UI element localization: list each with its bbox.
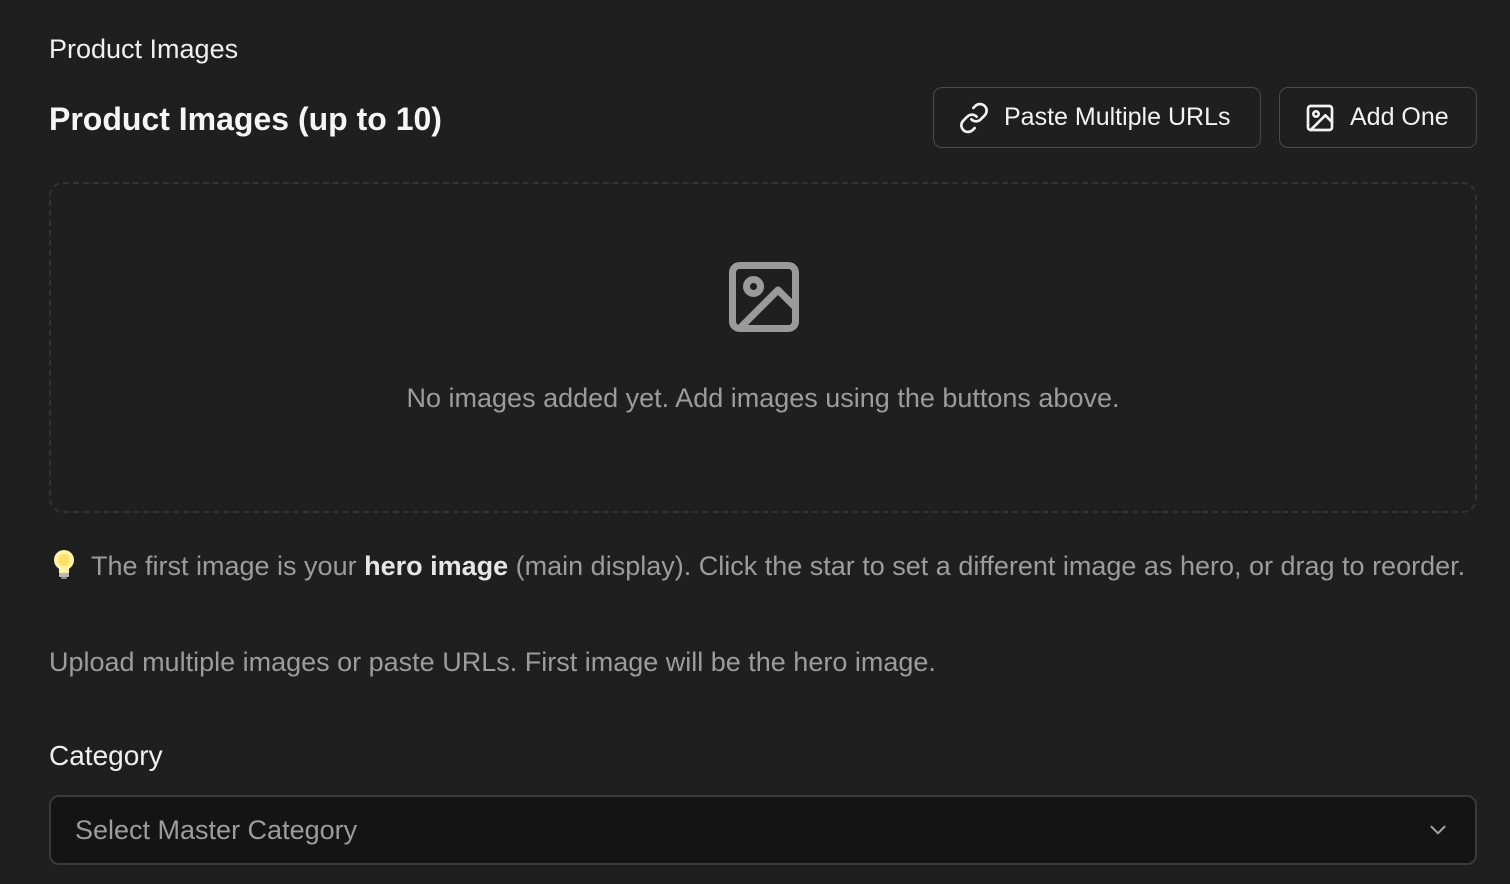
- image-dropzone[interactable]: No images added yet. Add images using th…: [49, 182, 1477, 513]
- product-form: Product Images Product Images (up to 10)…: [0, 0, 1510, 884]
- add-one-button[interactable]: Add One: [1279, 87, 1477, 148]
- chevron-down-icon: [1430, 825, 1446, 835]
- helper-text: Upload multiple images or paste URLs. Fi…: [49, 647, 936, 677]
- hint-prefix: The first image is your: [91, 551, 357, 581]
- category-select[interactable]: Select Master Category: [49, 795, 1477, 865]
- hint-suffix: (main display). Click the star to set a …: [515, 551, 1466, 581]
- category-select-value: Select Master Category: [75, 814, 358, 845]
- paste-button-label: Paste Multiple URLs: [1004, 103, 1231, 131]
- image-icon: [1306, 104, 1334, 131]
- image-placeholder-icon: [729, 262, 799, 332]
- section-title: Product Images (up to 10): [49, 101, 442, 137]
- link-icon: [960, 102, 988, 133]
- category-label: Category: [49, 740, 163, 771]
- hint-bold: hero image: [364, 551, 509, 581]
- paste-multiple-urls-button[interactable]: Paste Multiple URLs: [933, 87, 1261, 148]
- add-button-label: Add One: [1350, 103, 1449, 131]
- lightbulb-icon: [54, 550, 74, 579]
- section-label: Product Images: [49, 34, 239, 64]
- empty-state-text: No images added yet. Add images using th…: [406, 383, 1120, 413]
- hero-hint: The first image is your hero image (main…: [49, 546, 1479, 586]
